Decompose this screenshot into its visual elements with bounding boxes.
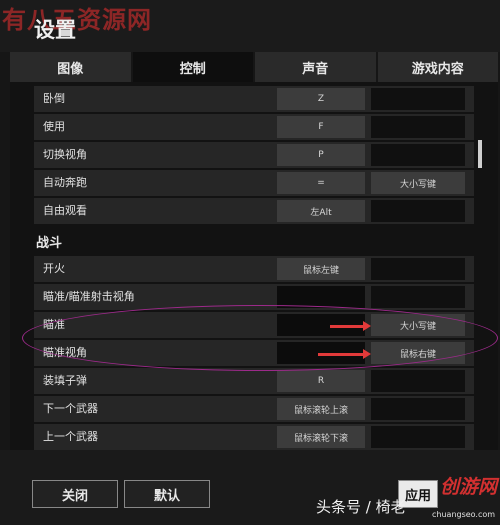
secondary-key-slot[interactable]: 大小写键 [371,314,465,336]
keybind-row-prev-weapon: 上一个武器 鼠标滚轮下滚 [34,424,474,450]
tab-controls[interactable]: 控制 [132,52,253,82]
settings-header: 有八五资源网 设置 [0,0,500,52]
keybind-row-fire: 开火 鼠标左键 [34,256,474,282]
keybind-row-reload: 装填子弹 R [34,368,474,394]
section-title-combat: 战斗 [36,236,63,251]
keybind-panel: 卧倒 Z 使用 F 切换视角 P 自动奔跑 = 大小写键 自由观看 左Alt 战… [10,82,498,450]
secondary-key-slot[interactable]: 鼠标右键 [371,342,465,364]
secondary-key-slot[interactable] [371,426,465,448]
primary-key-slot[interactable]: 鼠标滚轮下滚 [277,426,365,448]
secondary-key-slot[interactable] [371,200,465,222]
keybind-row-use: 使用 F [34,114,474,140]
keybind-row-prone: 卧倒 Z [34,86,474,112]
credit-text: 头条号 / 椅老 [316,498,406,516]
keybind-label: 瞄准 [43,318,65,331]
page-title: 设置 [34,18,76,42]
keybind-label: 自动奔跑 [43,176,87,189]
tab-graphics[interactable]: 图像 [10,52,131,82]
primary-key-slot[interactable]: = [277,172,365,194]
primary-key-slot[interactable]: P [277,144,365,166]
keybind-label: 切换视角 [43,148,87,161]
secondary-key-slot[interactable] [371,398,465,420]
keybind-label: 瞄准视角 [43,346,87,359]
site-logo: 创游网 [440,476,498,498]
secondary-key-slot[interactable] [371,144,465,166]
site-url: chuangseo.com [432,510,496,519]
default-button[interactable]: 默认 [124,480,210,508]
keybind-label: 自由观看 [43,204,87,217]
keybind-label: 下一个武器 [43,402,98,415]
arrow-annotation [318,349,371,359]
primary-key-slot[interactable]: Z [277,88,365,110]
primary-key-slot[interactable]: 鼠标滚轮上滚 [277,398,365,420]
keybind-row-next-weapon: 下一个武器 鼠标滚轮上滚 [34,396,474,422]
secondary-key-slot[interactable] [371,88,465,110]
keybind-row-aim-aimdown: 瞄准/瞄准射击视角 [34,284,474,310]
primary-key-slot[interactable]: 左Alt [277,200,365,222]
scrollbar-thumb[interactable] [478,140,482,168]
keybind-label: 装填子弹 [43,374,87,387]
keybind-row-auto-run: 自动奔跑 = 大小写键 [34,170,474,196]
primary-key-slot[interactable]: 鼠标左键 [277,258,365,280]
primary-key-slot[interactable]: R [277,370,365,392]
keybind-label: 开火 [43,262,65,275]
keybind-label: 瞄准/瞄准射击视角 [43,290,135,303]
arrow-annotation [330,321,371,331]
primary-key-slot[interactable] [277,286,365,308]
tab-gameplay[interactable]: 游戏内容 [377,52,498,82]
keybind-label: 上一个武器 [43,430,98,443]
secondary-key-slot[interactable] [371,286,465,308]
keybind-label: 卧倒 [43,92,65,105]
keybind-row-aim-view: 瞄准视角 鼠标右键 [34,340,474,366]
keybind-label: 使用 [43,120,65,133]
secondary-key-slot[interactable] [371,116,465,138]
watermark: 有八五资源网 [2,6,152,34]
keybind-row-aim: 瞄准 大小写键 [34,312,474,338]
keybind-row-free-look: 自由观看 左Alt [34,198,474,224]
tab-bar: 图像 控制 声音 游戏内容 [10,52,498,82]
close-button[interactable]: 关闭 [32,480,118,508]
secondary-key-slot[interactable] [371,258,465,280]
secondary-key-slot[interactable]: 大小写键 [371,172,465,194]
primary-key-slot[interactable]: F [277,116,365,138]
secondary-key-slot[interactable] [371,370,465,392]
tab-sound[interactable]: 声音 [255,52,376,82]
keybind-row-switch-view: 切换视角 P [34,142,474,168]
